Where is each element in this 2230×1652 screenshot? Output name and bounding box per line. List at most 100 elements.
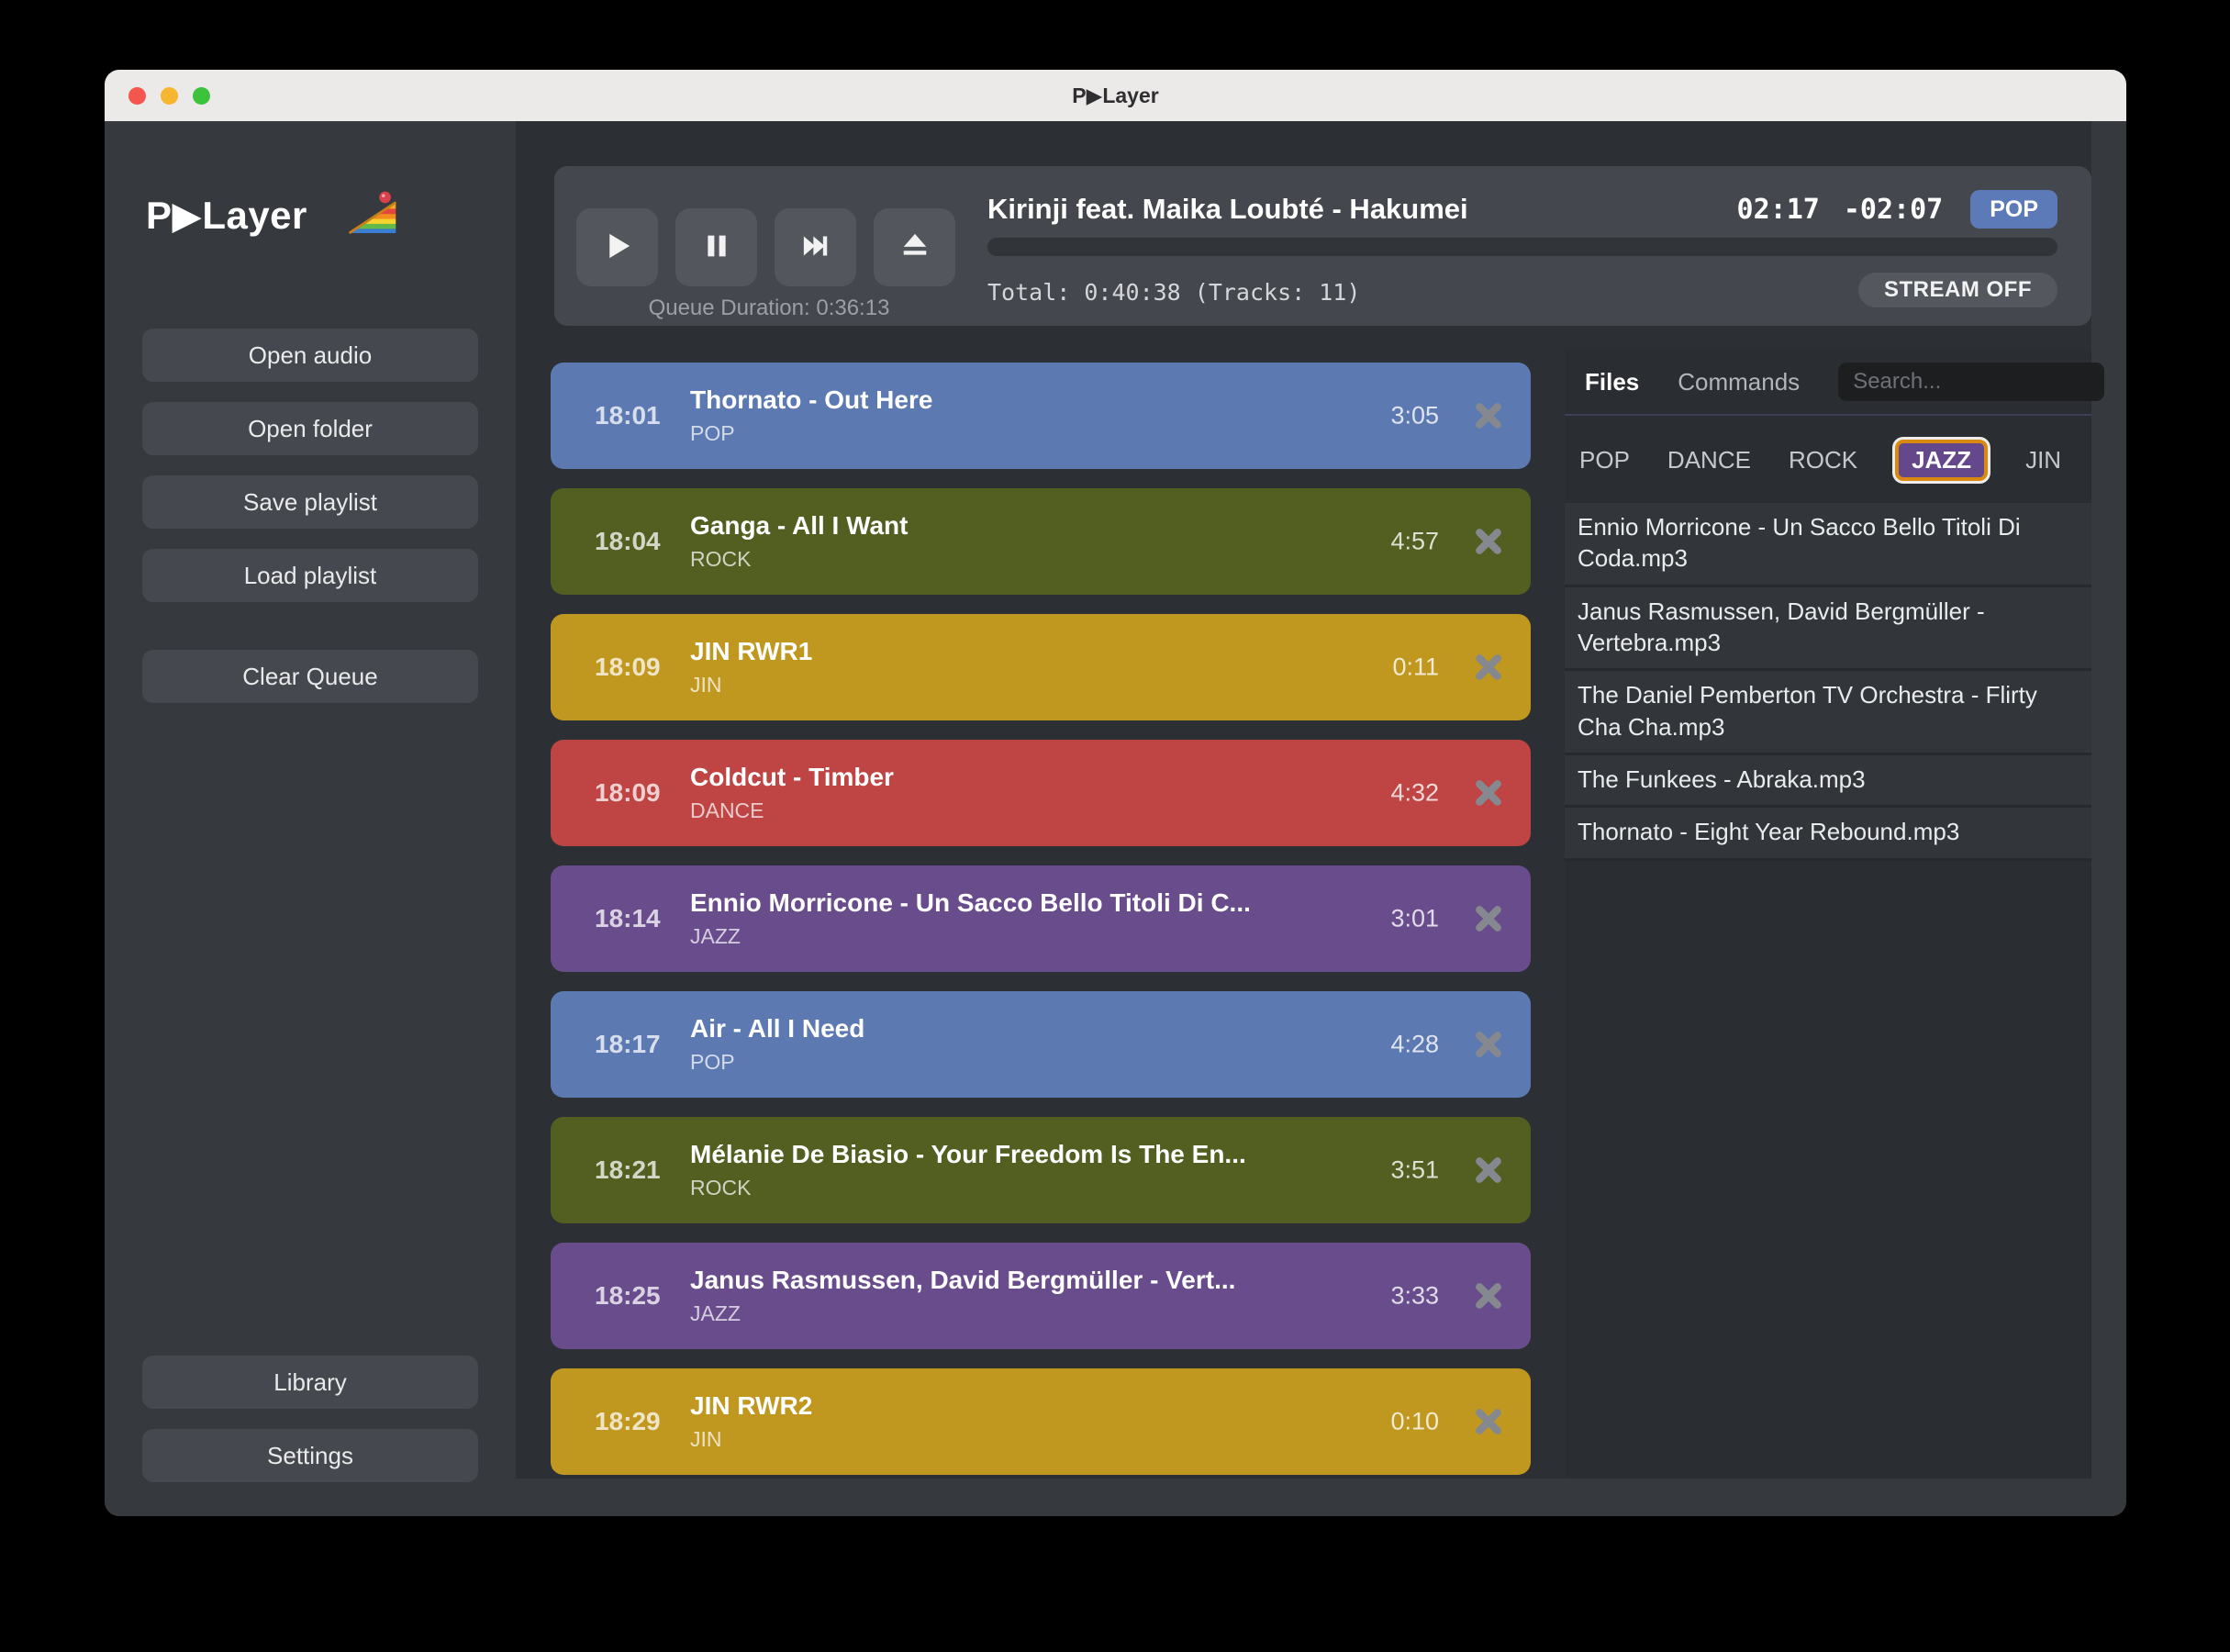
queue-row-title: Ennio Morricone - Un Sacco Bello Titoli … (690, 888, 1338, 918)
remove-track-icon[interactable] (1472, 1154, 1505, 1187)
queue-row-start-time: 18:09 (595, 653, 661, 682)
next-track-button[interactable] (775, 208, 856, 286)
window-title: P▶Layer (105, 84, 2126, 108)
eject-button[interactable] (874, 208, 955, 286)
remove-track-icon[interactable] (1472, 651, 1505, 684)
progress-bar[interactable] (987, 238, 2057, 256)
queue-row-genre: ROCK (690, 547, 1338, 572)
file-item[interactable]: The Daniel Pemberton TV Orchestra - Flir… (1565, 671, 2091, 755)
logo-row: P▶Layer (146, 187, 478, 242)
queue-row-duration: 3:33 (1390, 1282, 1439, 1311)
queue-row-info: Air - All I Need POP (690, 1014, 1338, 1075)
tab-item[interactable]: Commands (1678, 368, 1800, 396)
transport-controls (576, 208, 955, 286)
sidebar: P▶Layer (105, 121, 516, 1516)
clear-queue-button[interactable]: Clear Queue (142, 650, 478, 703)
queue-row-info: Mélanie De Biasio - Your Freedom Is The … (690, 1140, 1338, 1200)
queue-row-genre: DANCE (690, 798, 1338, 823)
queue-list: 18:01 Thornato - Out Here POP 3:05 (551, 363, 1531, 1479)
skip-next-icon (797, 227, 835, 268)
cake-icon (346, 188, 399, 241)
remove-track-icon[interactable] (1472, 1028, 1505, 1061)
sidebar-button[interactable]: Save playlist (142, 475, 478, 529)
queue-row-genre: JIN (690, 1427, 1338, 1452)
queue-row-start-time: 18:04 (595, 527, 661, 556)
queue-row-genre: ROCK (690, 1176, 1338, 1200)
remove-track-icon[interactable] (1472, 1405, 1505, 1438)
zoom-window-button[interactable] (193, 87, 210, 105)
minimize-window-button[interactable] (161, 87, 178, 105)
file-list: Ennio Morricone - Un Sacco Bello Titoli … (1565, 503, 2091, 861)
genre-filter-chip[interactable]: DANCE (1667, 446, 1751, 474)
sidebar-button[interactable]: Open audio (142, 329, 478, 382)
file-browser-header: Files Commands (1565, 350, 2091, 401)
desktop-background: P▶Layer P▶Layer (0, 0, 2230, 1652)
queue-row[interactable]: 18:14 Ennio Morricone - Un Sacco Bello T… (551, 865, 1531, 972)
queue-row-start-time: 18:14 (595, 904, 661, 933)
queue-row-title: JIN RWR2 (690, 1391, 1338, 1421)
app-window: P▶Layer P▶Layer (105, 70, 2126, 1516)
tab-item[interactable]: Files (1585, 368, 1639, 396)
time-display: 02:17 -02:07 (1737, 194, 1944, 226)
sidebar-button[interactable]: Library (142, 1356, 478, 1409)
remove-track-icon[interactable] (1472, 399, 1505, 432)
file-item[interactable]: The Funkees - Abraka.mp3 (1565, 755, 2091, 808)
remove-track-icon[interactable] (1472, 776, 1505, 809)
app-logo: P▶Layer (146, 193, 307, 238)
sidebar-button[interactable]: Settings (142, 1429, 478, 1482)
pause-button[interactable] (675, 208, 757, 286)
queue-row[interactable]: 18:04 Ganga - All I Want ROCK 4:57 (551, 488, 1531, 595)
queue-row[interactable]: 18:17 Air - All I Need POP 4:28 (551, 991, 1531, 1098)
sidebar-button-group: Open audio Open folder Save playlist Load p… (142, 329, 478, 622)
queue-row-duration: 0:11 (1392, 653, 1439, 682)
current-genre-badge: POP (1970, 190, 2057, 229)
close-window-button[interactable] (128, 87, 146, 105)
genre-filter-row: POP DANCE ROCK JAZZ JIN (1565, 416, 2091, 481)
now-playing: Kirinji feat. Maika Loubté - Hakumei 02:… (987, 190, 2057, 311)
pause-icon (697, 227, 736, 268)
queue-row[interactable]: 18:09 JIN RWR1 JIN 0:11 (551, 614, 1531, 720)
titlebar[interactable]: P▶Layer (105, 70, 2126, 121)
sidebar-button[interactable]: Load playlist (142, 549, 478, 602)
genre-filter-chip[interactable]: JAZZ (1895, 440, 1988, 481)
queue-row-genre: JIN (690, 673, 1338, 698)
genre-filter-chip[interactable]: ROCK (1789, 446, 1857, 474)
queue-row-title: Ganga - All I Want (690, 511, 1338, 541)
stream-toggle-button[interactable]: STREAM OFF (1858, 273, 2057, 307)
time-remaining: -02:07 (1844, 194, 1943, 226)
queue-row-start-time: 18:17 (595, 1030, 661, 1059)
queue-row-duration: 3:01 (1390, 905, 1439, 933)
file-item[interactable]: Janus Rasmussen, David Bergmüller - Vert… (1565, 587, 2091, 672)
queue-row[interactable]: 18:21 Mélanie De Biasio - Your Freedom I… (551, 1117, 1531, 1223)
lower-area: 18:01 Thornato - Out Here POP 3:05 (516, 350, 2091, 1479)
genre-filter-chip[interactable]: JIN (2025, 446, 2061, 474)
queue-row-duration: 4:28 (1390, 1031, 1439, 1059)
remove-track-icon[interactable] (1472, 902, 1505, 935)
queue-row-start-time: 18:29 (595, 1407, 661, 1436)
remove-track-icon[interactable] (1472, 1279, 1505, 1312)
file-browser-panel: Files Commands POP DANCE ROCK JAZZ JIN Ennio … (1565, 350, 2091, 1479)
search-input[interactable] (1838, 363, 2104, 401)
queue-row-duration: 0:10 (1390, 1408, 1439, 1436)
queue-row-title: Air - All I Need (690, 1014, 1338, 1044)
play-button[interactable] (576, 208, 658, 286)
queue-row[interactable]: 18:09 Coldcut - Timber DANCE 4:32 (551, 740, 1531, 846)
file-item[interactable]: Thornato - Eight Year Rebound.mp3 (1565, 808, 2091, 860)
genre-filter-chip[interactable]: POP (1579, 446, 1630, 474)
sidebar-button[interactable]: Open folder (142, 402, 478, 455)
queue-row-genre: JAZZ (690, 1301, 1338, 1326)
queue-row[interactable]: 18:29 JIN RWR2 JIN 0:10 (551, 1368, 1531, 1475)
queue-row-title: Janus Rasmussen, David Bergmüller - Vert… (690, 1266, 1338, 1295)
queue-row-info: Ennio Morricone - Un Sacco Bello Titoli … (690, 888, 1338, 949)
track-title: Kirinji feat. Maika Loubté - Hakumei (987, 193, 1737, 226)
progress-bar-fill (987, 238, 1544, 256)
traffic-lights (128, 87, 210, 105)
player-panel: Queue Duration: 0:36:13 Kirinji feat. Ma… (554, 166, 2091, 326)
file-item[interactable]: Ennio Morricone - Un Sacco Bello Titoli … (1565, 503, 2091, 587)
queue-row-duration: 4:32 (1390, 779, 1439, 808)
queue-row[interactable]: 18:01 Thornato - Out Here POP 3:05 (551, 363, 1531, 469)
queue-row[interactable]: 18:25 Janus Rasmussen, David Bergmüller … (551, 1243, 1531, 1349)
queue-row-duration: 3:05 (1390, 402, 1439, 430)
time-elapsed: 02:17 (1737, 194, 1820, 226)
remove-track-icon[interactable] (1472, 525, 1505, 558)
